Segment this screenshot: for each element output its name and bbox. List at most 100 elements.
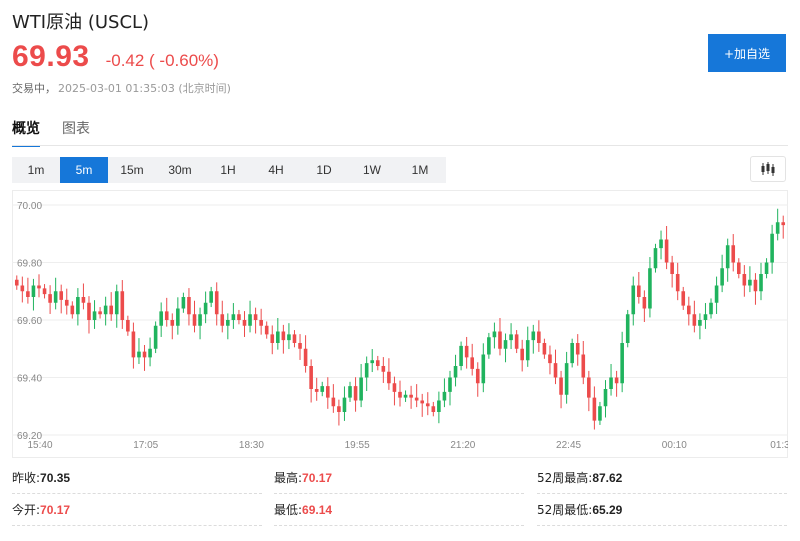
x-tick-label: 00:10 [662, 440, 687, 451]
tab-chart[interactable]: 图表 [62, 118, 90, 147]
candle-body [653, 248, 658, 269]
stat-value: 65.29 [592, 503, 623, 517]
candle-body [153, 325, 158, 349]
candle-body [276, 331, 280, 343]
stat-label: 今开: [12, 503, 41, 517]
stat-label: 52周最高: [537, 471, 593, 485]
candle-body [76, 297, 80, 315]
x-tick-label: 19:55 [345, 440, 370, 451]
candle-body [70, 305, 75, 315]
candle-body [187, 297, 191, 315]
candle-body [342, 397, 347, 412]
candle-body [20, 285, 25, 292]
candle-body [309, 366, 313, 389]
candle-body [237, 314, 241, 320]
candle-body [164, 311, 169, 320]
candle-body [203, 302, 208, 315]
candle-body [331, 397, 336, 407]
candle-body [564, 363, 569, 395]
x-tick-label: 15:40 [27, 440, 52, 451]
stat-low: 最低:69.14 [274, 494, 524, 526]
candle-body [37, 285, 41, 289]
candle-body [198, 314, 202, 326]
candle-body [314, 389, 319, 392]
stat-value: 87.62 [592, 471, 623, 485]
candle-body [337, 406, 341, 412]
candle-body [131, 331, 136, 358]
timeframe-4h[interactable]: 4H [252, 157, 300, 183]
candle-body [531, 331, 536, 341]
candle-body [670, 262, 674, 274]
candle-body [464, 345, 469, 358]
x-tick-label: 21:20 [450, 440, 475, 451]
candle-body [775, 222, 780, 234]
candle-body [359, 377, 363, 401]
candle-body [220, 314, 225, 326]
timeframe-selector: 1m 5m 15m 30m 1H 4H 1D 1W 1M [12, 157, 446, 183]
candle-body [14, 279, 19, 286]
candle-body [581, 354, 586, 378]
candle-body [114, 291, 119, 315]
candle-body [503, 340, 508, 349]
candle-body [192, 314, 197, 326]
timeframe-1mo[interactable]: 1M [396, 157, 444, 183]
price-chart[interactable]: 70.00 69.80 69.60 69.40 69.20 15:40 17:05 18:30… [12, 190, 788, 458]
candle-body [664, 239, 669, 263]
candle-body [525, 340, 530, 361]
candle-body [148, 348, 152, 358]
candle-body [681, 291, 686, 306]
add-to-watchlist-button[interactable]: +加自选 [708, 34, 786, 72]
candle-body [414, 397, 419, 401]
candle-body [425, 403, 430, 407]
candle-body [648, 268, 652, 309]
candle-body [370, 360, 375, 364]
candle-body [509, 334, 513, 341]
timeframe-15m[interactable]: 15m [108, 157, 156, 183]
timeframe-1d[interactable]: 1D [300, 157, 348, 183]
candle-body [637, 285, 641, 297]
stat-value: 70.17 [302, 471, 333, 485]
candle-body [625, 314, 630, 343]
candle-body [264, 325, 269, 335]
candle-body [59, 291, 64, 300]
candle-body [270, 334, 275, 343]
stat-label: 52周最低: [537, 503, 593, 517]
candle-body [725, 245, 730, 269]
candle-body [481, 354, 486, 384]
y-tick-label: 69.40 [17, 374, 42, 385]
candle-body [387, 371, 391, 384]
candle-body [348, 386, 352, 398]
timeframe-5m[interactable]: 5m [60, 157, 108, 183]
timeframe-30m[interactable]: 30m [156, 157, 204, 183]
candle-body [392, 383, 397, 392]
candle-body [142, 351, 147, 358]
tab-overview[interactable]: 概览 [12, 118, 40, 147]
candle-body [226, 320, 230, 326]
candle-body [120, 291, 125, 320]
candle-body [687, 305, 691, 315]
candle-body [598, 406, 602, 421]
candle-body [381, 366, 386, 372]
candle-body [281, 331, 286, 341]
candle-body [742, 274, 747, 286]
candle-body [137, 351, 141, 358]
candlestick-chart[interactable]: 70.0069.8069.6069.4069.2015:40 17:05 18:30… [12, 190, 788, 458]
candle-body [592, 397, 597, 421]
candle-body [514, 334, 519, 349]
stat-prev-close: 昨收:70.35 [12, 462, 262, 494]
candle-body [398, 391, 402, 398]
candle-body [170, 320, 175, 326]
y-tick-label: 69.80 [17, 259, 42, 270]
candle-body [53, 291, 58, 303]
candle-body [214, 291, 219, 315]
candle-body [609, 377, 613, 389]
candle-body [720, 268, 724, 286]
candle-body [781, 222, 786, 226]
candle-body [553, 363, 558, 378]
chart-type-button[interactable] [750, 156, 786, 182]
timeframe-1w[interactable]: 1W [348, 157, 396, 183]
timeframe-1m[interactable]: 1m [12, 157, 60, 183]
x-tick-label: 01:3 [770, 440, 788, 451]
timeframe-1h[interactable]: 1H [204, 157, 252, 183]
candle-body [537, 331, 541, 343]
